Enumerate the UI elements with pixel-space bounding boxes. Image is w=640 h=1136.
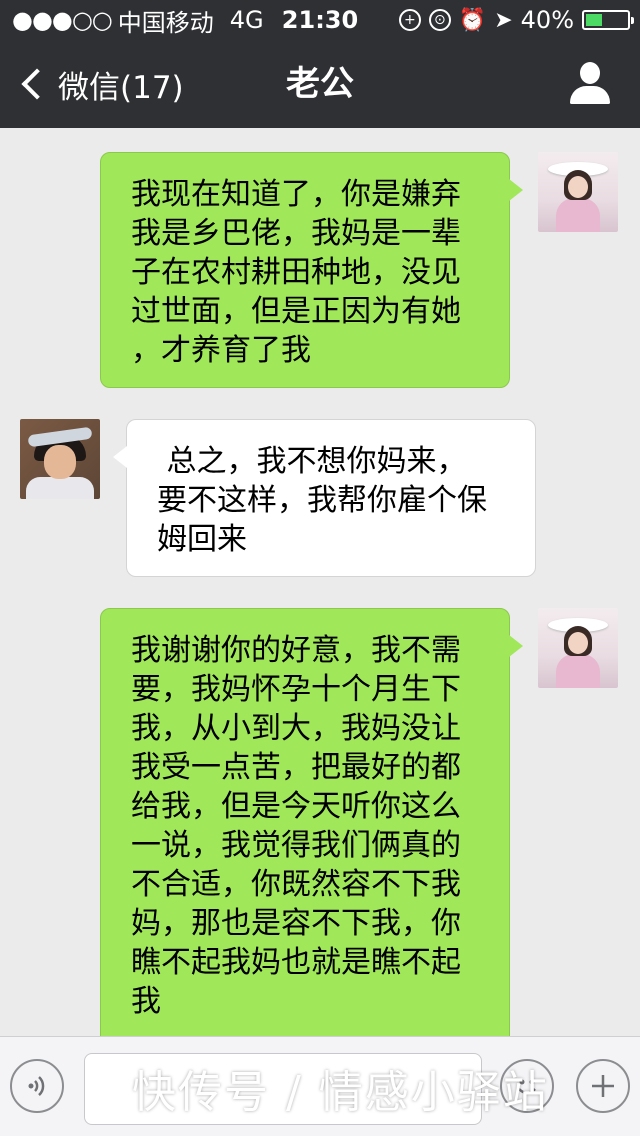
clock: 21:30 [281, 6, 359, 34]
message-bubble-outgoing[interactable]: 我现在知道了，你是嫌弃 我是乡巴佬，我妈是一辈 子在农村耕田种地，没见 过世面，… [100, 152, 523, 388]
my-avatar[interactable] [538, 608, 618, 688]
back-button[interactable]: 微信(17) [20, 40, 184, 128]
nav-bar: 微信(17) 老公 [0, 40, 640, 128]
message-bubble-incoming[interactable]: 总之，我不想你妈来， 要不这样，我帮你雇个保 姆回来 [113, 419, 536, 577]
profile-button[interactable] [568, 62, 612, 106]
voice-button[interactable] [10, 1059, 64, 1113]
battery-icon [582, 10, 634, 30]
location-arrow-icon: ➤ [494, 7, 513, 33]
message-input[interactable] [84, 1053, 482, 1125]
status-bar: ●●●○○ 中国移动 4G 21:30 + ⊙ ⏰ ➤ 40% [0, 0, 640, 40]
plus-icon [592, 1075, 614, 1097]
alarm-icon: ⏰ [458, 7, 487, 33]
back-label: 微信(17) [58, 69, 184, 106]
message-bubble-outgoing[interactable]: 我谢谢你的好意，我不需 要，我妈怀孕十个月生下 我，从小到大，我妈没让 我受一点… [100, 608, 523, 1036]
chat-area[interactable]: 我现在知道了，你是嫌弃 我是乡巴佬，我妈是一辈 子在农村耕田种地，没见 过世面，… [0, 128, 640, 1036]
status-icons: + ⊙ ⏰ ➤ 40% [398, 0, 634, 40]
signal-strength: ●●●○○ [12, 6, 113, 34]
emoji-icon [518, 1079, 536, 1095]
network-type: 4G [229, 6, 264, 34]
contact-avatar[interactable] [20, 419, 100, 499]
emoji-button[interactable] [500, 1059, 554, 1113]
plus-circle-icon: + [398, 9, 421, 31]
battery-percent: 40% [520, 6, 574, 34]
plus-button[interactable] [576, 1059, 630, 1113]
chevron-left-icon [21, 68, 53, 100]
input-bar [0, 1036, 640, 1136]
rotation-lock-icon: ⊙ [428, 9, 451, 31]
voice-icon [28, 1076, 45, 1096]
my-avatar[interactable] [538, 152, 618, 232]
carrier-name: 中国移动 [117, 8, 214, 37]
